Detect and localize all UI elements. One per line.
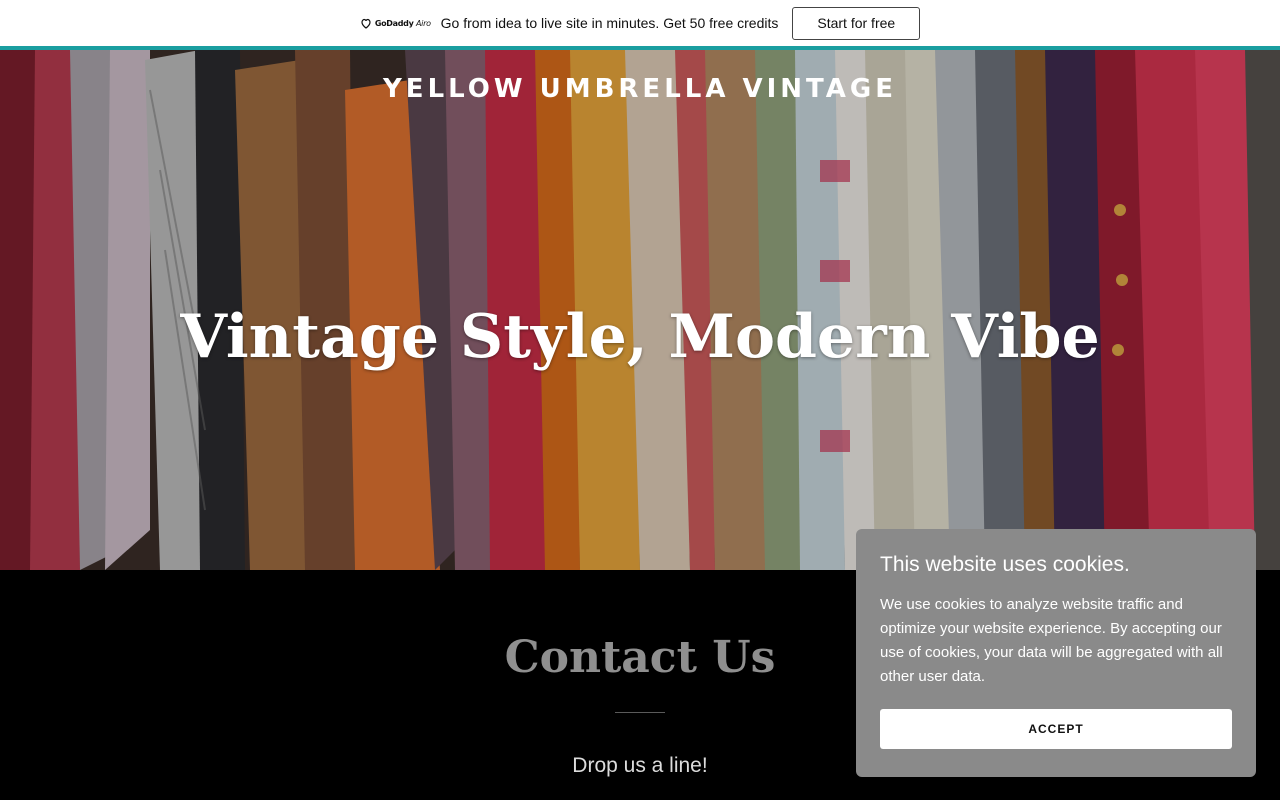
promo-banner: GoDaddy Airo Go from idea to live site i… bbox=[0, 0, 1280, 46]
godaddy-logo-icon bbox=[361, 18, 371, 29]
cookie-title: This website uses cookies. bbox=[880, 553, 1130, 576]
section-divider bbox=[615, 712, 665, 713]
site-title[interactable]: YELLOW UMBRELLA VINTAGE bbox=[0, 74, 1280, 104]
cookie-banner: This website uses cookies. We use cookie… bbox=[856, 529, 1256, 777]
promo-message: Go from idea to live site in minutes. Ge… bbox=[440, 15, 779, 31]
hero-tagline: Vintage Style, Modern Vibe bbox=[180, 302, 1100, 372]
hero-section: YELLOW UMBRELLA VINTAGE Vintage Style, M… bbox=[0, 50, 1280, 570]
accept-cookies-button[interactable]: ACCEPT bbox=[880, 709, 1232, 749]
logo-text: GoDaddy Airo bbox=[374, 18, 431, 28]
godaddy-logo[interactable]: GoDaddy Airo bbox=[360, 18, 431, 29]
start-for-free-button[interactable]: Start for free bbox=[792, 6, 921, 40]
cookie-message: We use cookies to analyze website traffi… bbox=[880, 596, 1223, 685]
